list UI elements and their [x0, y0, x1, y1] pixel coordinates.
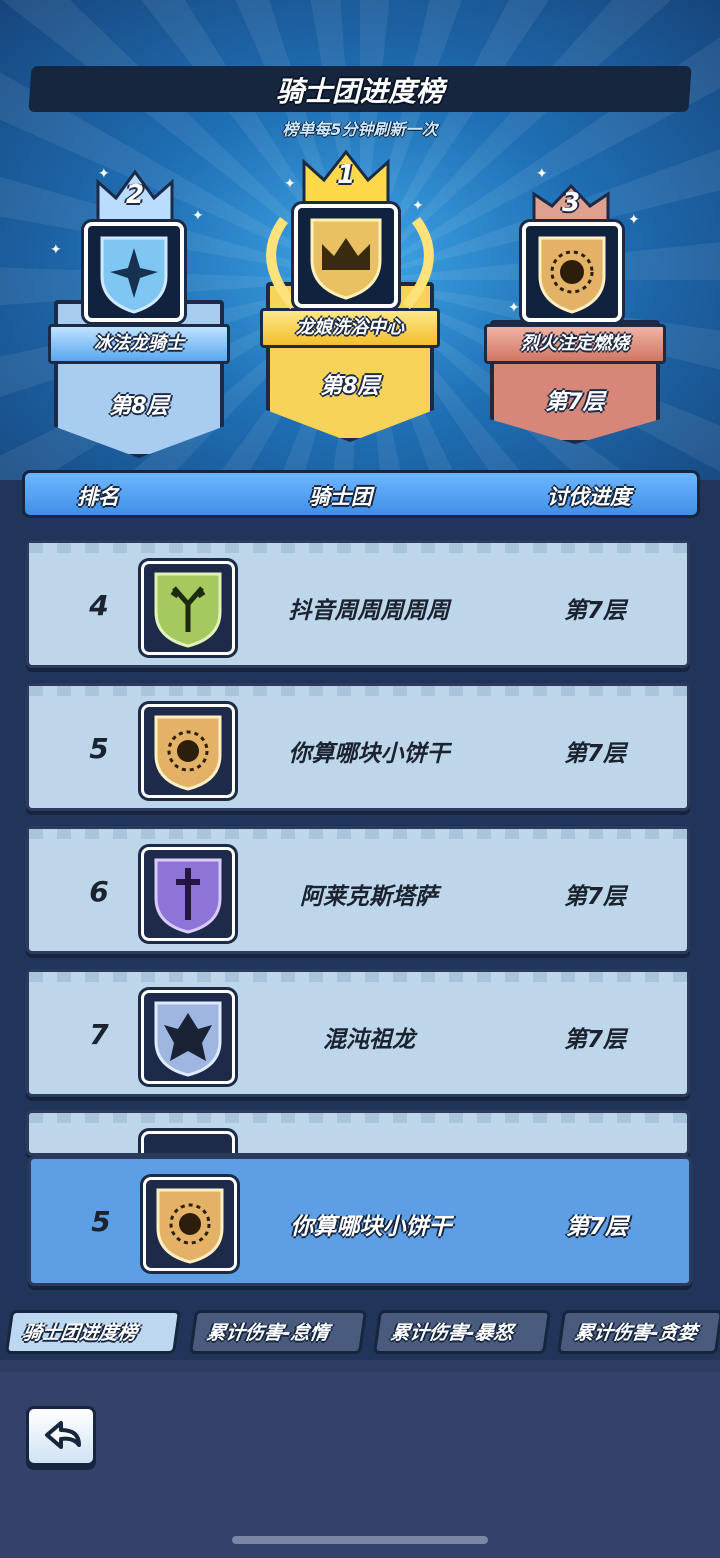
silver-crown-icon: 2 [94, 168, 176, 226]
row-guild-name: 你算哪块小饼干 [290, 1214, 452, 1240]
gold-crown-icon: 1 [300, 148, 392, 208]
table-row[interactable]: 4 抖音周周周周周 第7层 [26, 540, 690, 668]
podium-rank-number: 3 [561, 188, 581, 218]
row-rank: 7 [89, 1018, 109, 1051]
row-progress: 第7层 [565, 1214, 628, 1240]
my-guild-row[interactable]: 5 你算哪块小饼干 第7层 [28, 1156, 692, 1286]
sparkle-icon: ✦ [508, 300, 520, 316]
podium-floor: 第8层 [109, 394, 169, 419]
home-indicator [232, 1536, 488, 1544]
podium-floor: 第7层 [545, 390, 605, 415]
row-rank: 6 [89, 875, 109, 908]
podium-rank-number: 1 [336, 160, 356, 190]
sparkle-icon: ✦ [50, 242, 62, 258]
row-rank: 5 [89, 732, 109, 765]
sun-crest-icon [141, 704, 235, 798]
tab-damage-sloth[interactable]: 累计伤害-怠惰 [188, 1310, 368, 1354]
crest-icon [141, 1131, 235, 1153]
col-progress: 讨伐进度 [547, 485, 631, 509]
sparkle-icon: ✦ [628, 212, 640, 228]
podium-floor: 第8层 [320, 374, 380, 399]
col-guild: 骑士团 [309, 485, 372, 509]
sword-crest-icon [141, 847, 235, 941]
refresh-note: 榜单每5分钟刷新一次 [282, 120, 438, 139]
sparkle-icon: ✦ [284, 176, 296, 192]
row-guild-name: 抖音周周周周周 [288, 598, 450, 624]
tab-guild-progress[interactable]: 骑士团进度榜 [4, 1310, 182, 1354]
row-progress: 第7层 [563, 741, 626, 767]
row-rank: 4 [89, 589, 109, 622]
row-rank: 5 [91, 1205, 111, 1238]
row-guild-name: 你算哪块小饼干 [288, 741, 450, 767]
sun-crest-icon [143, 1177, 237, 1271]
dragon-crest-icon [141, 990, 235, 1084]
row-guild-name: 混沌祖龙 [323, 1027, 415, 1053]
podium-name: 龙娘洗浴中心 [260, 308, 440, 348]
podium-rank-2[interactable]: 冰法龙骑士 第8层 [48, 300, 230, 458]
podium-name: 烈火注定燃烧 [484, 324, 666, 364]
tab-damage-greed[interactable]: 累计伤害-贪婪 [556, 1310, 720, 1354]
leaderboard-tabs: 骑士团进度榜 累计伤害-怠惰 累计伤害-暴怒 累计伤害-贪婪 [0, 1300, 720, 1364]
table-row[interactable]: 6 阿莱克斯塔萨 第7层 [26, 826, 690, 954]
row-guild-name: 阿莱克斯塔萨 [300, 884, 438, 910]
row-progress: 第7层 [563, 598, 626, 624]
ice-star-crest-icon [84, 222, 184, 322]
stag-crest-icon [141, 561, 235, 655]
back-button[interactable] [26, 1406, 96, 1466]
sun-crest-icon [522, 222, 622, 322]
row-progress: 第7层 [563, 884, 626, 910]
podium-name: 冰法龙骑士 [48, 324, 230, 364]
table-row-partial[interactable] [26, 1110, 690, 1156]
tab-damage-wrath[interactable]: 累计伤害-暴怒 [372, 1310, 552, 1354]
podium-rank-number: 2 [125, 180, 145, 210]
back-arrow-icon [45, 1421, 81, 1449]
col-rank: 排名 [77, 485, 119, 509]
crown-crest-icon [294, 204, 398, 308]
sparkle-icon: ✦ [536, 166, 548, 182]
podium-rank-3[interactable]: 烈火注定燃烧 第7层 [484, 320, 666, 444]
table-header: 排名 骑士团 讨伐进度 [22, 470, 700, 518]
page-title: 骑士团进度榜 [275, 75, 444, 108]
table-row[interactable]: 7 混沌祖龙 第7层 [26, 969, 690, 1097]
sparkle-icon: ✦ [192, 208, 204, 224]
footer-bar [0, 1372, 720, 1558]
table-row[interactable]: 5 你算哪块小饼干 第7层 [26, 683, 690, 811]
row-progress: 第7层 [563, 1027, 626, 1053]
